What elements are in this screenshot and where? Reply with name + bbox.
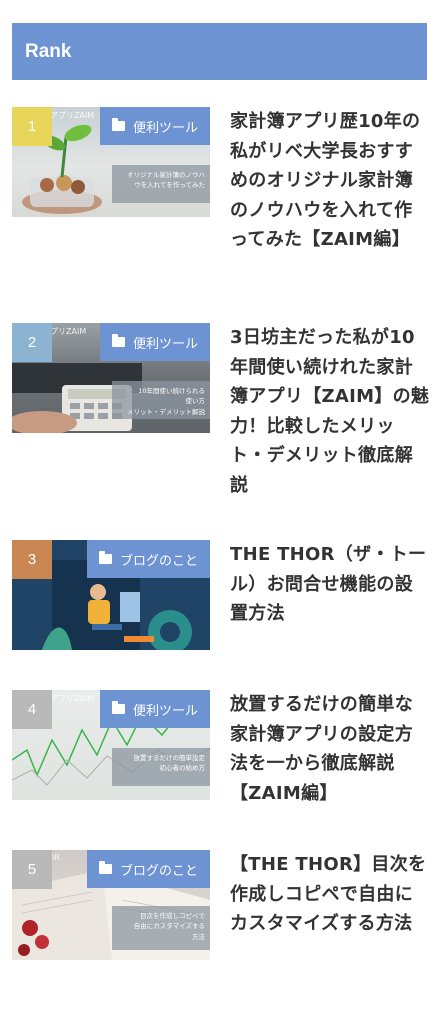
rank-badge: 2 [12,323,52,362]
thumbnail-caption: オリジナル家計簿のノウハ ウを入れてを作ってみた [112,165,210,203]
thumbnail-image-3[interactable]: 3 ブログのこと [12,540,210,650]
article-title-link[interactable]: 【THE THOR】目次を作成しコピペで自由にカスタマイズする方法 [230,850,430,939]
article-title-link[interactable]: 家計簿アプリ歴10年の私がリベ大学長おすすめのオリジナル家計簿のノウハウを入れて… [230,107,430,255]
thumbnail-caption: 10年間使い続けられる 使い方 メリット・デメリット解説 [112,381,210,419]
folder-icon [98,861,112,874]
thumbnail-image-1[interactable]: 簿アプリZAIM オリジナル家計簿のノウハ ウを入れてを作ってみた 1 便利ツー… [12,107,210,217]
category-label[interactable]: ブログのこと [86,540,210,578]
thumbnail-image-5[interactable]: HOR 目次を作成しコピペで 自由にカスタマイズする 方法 5 ブログのこと [12,850,210,960]
thumbnail-image-2[interactable]: アプリZAIM 10年間使い続けられる 使い方 メリット・デメリット解説 2 便… [12,323,210,433]
rank-badge: 1 [12,107,52,146]
thumbnail-caption: 目次を作成しコピペで 自由にカスタマイズする 方法 [112,906,210,950]
folder-icon [111,334,125,347]
folder-icon [111,701,125,714]
rank-badge: 4 [12,690,52,729]
article-title-link[interactable]: THE THOR（ザ・トール）お問合せ機能の設置方法 [230,540,430,629]
thumbnail-image-4[interactable]: 簿アプリZAIM 放置するだけの簡単設定 初心者の始め方 4 便利ツール [12,690,210,800]
rank-header-title: Rank [25,40,72,62]
category-label[interactable]: ブログのこと [86,850,210,888]
rank-header: Rank [12,23,427,80]
thumbnail-caption: 放置するだけの簡単設定 初心者の始め方 [112,748,210,786]
folder-icon [111,118,125,131]
category-label[interactable]: 便利ツール [99,107,210,145]
rank-badge: 5 [12,850,52,889]
category-label[interactable]: 便利ツール [99,323,210,361]
folder-icon [98,551,112,564]
article-title-link[interactable]: 3日坊主だった私が10年間使い続けれた家計簿アプリ【ZAIM】の魅力！比較したメ… [230,323,430,500]
rank-badge: 3 [12,540,52,579]
category-label[interactable]: 便利ツール [99,690,210,728]
article-title-link[interactable]: 放置するだけの簡単な家計簿アプリの設定方法を一から徹底解説【ZAIM編】 [230,690,430,808]
